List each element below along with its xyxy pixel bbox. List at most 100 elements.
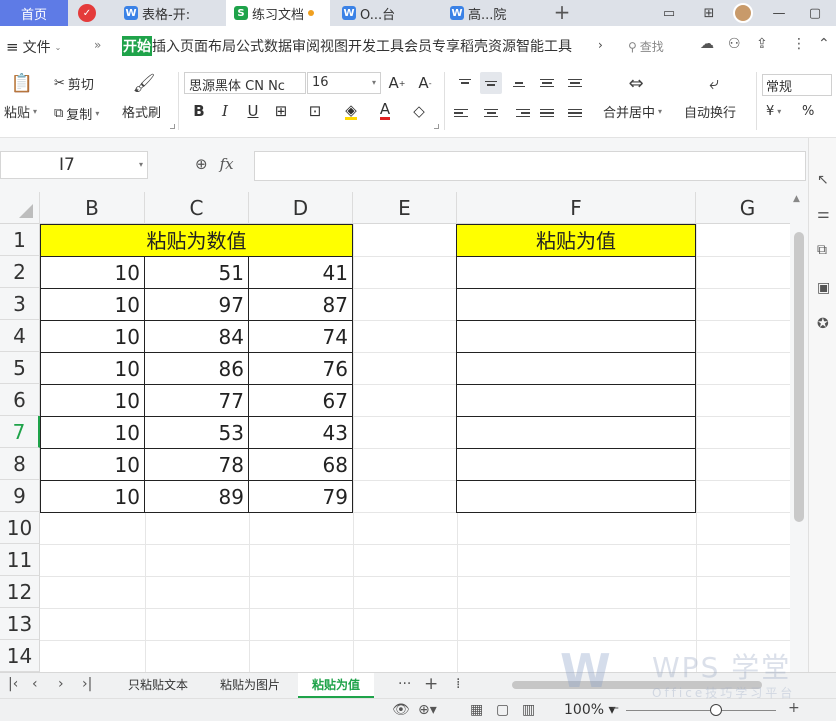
merge-center-button[interactable]: 合并居中 ▾ (603, 102, 662, 121)
borders-icon[interactable]: ⊞ (270, 100, 292, 122)
menu-tab-member[interactable]: 会员专享 (404, 36, 460, 56)
menu-tab-view[interactable]: 视图 (320, 36, 348, 56)
menu-tab-home[interactable]: 开始 (122, 36, 152, 56)
font-name-select[interactable]: 思源黑体 CN Nc (184, 72, 306, 94)
format-painter-icon[interactable]: 🖌 (130, 70, 158, 96)
grid-view-icon[interactable]: ⊞ (698, 0, 720, 26)
outdent-icon[interactable] (536, 72, 558, 94)
row-header[interactable]: 4 (0, 320, 40, 352)
indent-icon[interactable] (564, 72, 586, 94)
table-cell[interactable]: 77 (144, 384, 249, 417)
cut-button[interactable]: ✂ 剪切 (54, 74, 94, 93)
tab-academy[interactable]: W 高...院 (442, 0, 544, 26)
file-menu[interactable]: ≡ 文件 ⌄ (6, 37, 61, 57)
empty-table-cell[interactable] (456, 480, 696, 513)
clipboard-dialog-launcher[interactable] (170, 124, 175, 129)
table-cell[interactable]: 87 (248, 288, 353, 321)
expand-menu-icon[interactable]: » (94, 38, 101, 52)
layout-mode-icon[interactable]: ⊕▾ (418, 702, 437, 718)
row-header[interactable]: 11 (0, 544, 40, 576)
row-header[interactable]: 2 (0, 256, 40, 288)
more-options-icon[interactable]: ⋮ (792, 36, 806, 52)
horizontal-scrollbar-thumb[interactable] (512, 681, 762, 689)
fill-color-icon[interactable]: ◈ (340, 100, 362, 122)
image-icon[interactable]: ▣ (817, 280, 830, 296)
wrap-text-button[interactable]: 自动换行 (684, 102, 736, 121)
paste-value-header-cell[interactable]: 粘贴为值 (456, 224, 696, 257)
collapse-ribbon-icon[interactable]: ⌃ (818, 36, 830, 52)
more-sheets-icon[interactable]: ··· (398, 676, 411, 692)
table-cell[interactable]: 43 (248, 416, 353, 449)
splitter-icon[interactable]: ⁞ (456, 676, 460, 692)
menu-tab-formulas[interactable]: 公式 (236, 36, 264, 56)
row-header[interactable]: 3 (0, 288, 40, 320)
next-sheet-icon[interactable]: › (58, 676, 64, 692)
table-cell[interactable]: 86 (144, 352, 249, 385)
row-header[interactable]: 14 (0, 640, 40, 672)
chevron-right-icon[interactable]: › (598, 38, 603, 52)
empty-table-cell[interactable] (456, 288, 696, 321)
row-header[interactable]: 1 (0, 224, 40, 256)
table-cell[interactable]: 84 (144, 320, 249, 353)
percent-button[interactable]: % (802, 104, 814, 119)
row-header[interactable]: 6 (0, 384, 40, 416)
row-header[interactable]: 7 (0, 416, 40, 448)
table-cell[interactable]: 10 (40, 320, 145, 353)
menu-tab-developer[interactable]: 开发工具 (348, 36, 404, 56)
prev-sheet-icon[interactable]: ‹ (32, 676, 38, 692)
horizontal-scrollbar[interactable] (468, 681, 808, 689)
eye-protection-icon[interactable]: 👁 (392, 702, 410, 718)
table-cell[interactable]: 10 (40, 256, 145, 289)
window-layout-icon[interactable]: ▭ (654, 0, 684, 26)
bold-button[interactable]: B (188, 100, 210, 122)
table-cell[interactable]: 79 (248, 480, 353, 513)
table-cell[interactable]: 74 (248, 320, 353, 353)
table-cell[interactable]: 78 (144, 448, 249, 481)
menu-tab-docer[interactable]: 稻壳资源 (460, 36, 516, 56)
table-cell[interactable]: 10 (40, 352, 145, 385)
clear-format-icon[interactable]: ◇ (408, 100, 430, 122)
menu-tab-insert[interactable]: 插入 (152, 36, 180, 56)
table-cell[interactable]: 41 (248, 256, 353, 289)
select-all-corner[interactable] (0, 192, 40, 224)
italic-button[interactable]: I (214, 100, 236, 122)
clipboard-panel-icon[interactable]: ⧉ (817, 242, 827, 258)
first-sheet-icon[interactable]: |‹ (8, 676, 18, 692)
empty-table-cell[interactable] (456, 256, 696, 289)
currency-button[interactable]: ¥ ▾ (766, 104, 781, 119)
avatar[interactable] (730, 0, 756, 26)
merged-header-cell[interactable]: 粘贴为数值 (40, 224, 353, 257)
menu-tab-data[interactable]: 数据 (264, 36, 292, 56)
page-layout-view-icon[interactable]: ▢ (496, 702, 509, 718)
row-header[interactable]: 8 (0, 448, 40, 480)
column-header-e[interactable]: E (353, 192, 457, 224)
table-cell[interactable]: 53 (144, 416, 249, 449)
copy-button[interactable]: ⧉ 复制 ▾ (54, 104, 99, 123)
zoom-level[interactable]: 100% ▾ (564, 702, 616, 718)
vertical-scrollbar[interactable]: ▲ (790, 192, 808, 672)
align-left-icon[interactable] (454, 102, 476, 124)
last-sheet-icon[interactable]: ›| (82, 676, 92, 692)
page-break-view-icon[interactable]: ▥ (522, 702, 535, 718)
properties-icon[interactable]: ⚌ (817, 206, 830, 222)
zoom-slider[interactable] (626, 710, 776, 711)
column-header-b[interactable]: B (40, 192, 145, 224)
table-cell[interactable]: 10 (40, 480, 145, 513)
tab-office-platform[interactable]: W O...台 (334, 0, 438, 26)
spreadsheet-grid[interactable]: B C D E F G 1 2 3 4 5 6 7 8 9 10 11 12 13 14 粘贴为数值 10 5… (0, 192, 808, 672)
scroll-up-icon[interactable]: ▲ (793, 194, 800, 204)
table-cell[interactable]: 68 (248, 448, 353, 481)
sheet-tab-as-image[interactable]: 粘贴为图片 (210, 673, 290, 698)
align-middle-icon[interactable] (480, 72, 502, 94)
sheet-tab-text-only[interactable]: 只粘贴文本 (118, 673, 198, 698)
zoom-out-icon[interactable]: – (612, 700, 619, 716)
menu-tab-review[interactable]: 审阅 (292, 36, 320, 56)
align-top-icon[interactable] (454, 72, 476, 94)
column-header-d[interactable]: D (249, 192, 353, 224)
decrease-font-icon[interactable]: A- (414, 72, 436, 94)
column-header-g[interactable]: G (696, 192, 800, 224)
table-cell[interactable]: 10 (40, 416, 145, 449)
table-cell[interactable]: 10 (40, 448, 145, 481)
paste-button[interactable]: 粘贴 ▾ (4, 102, 37, 121)
align-center-icon[interactable] (480, 102, 502, 124)
